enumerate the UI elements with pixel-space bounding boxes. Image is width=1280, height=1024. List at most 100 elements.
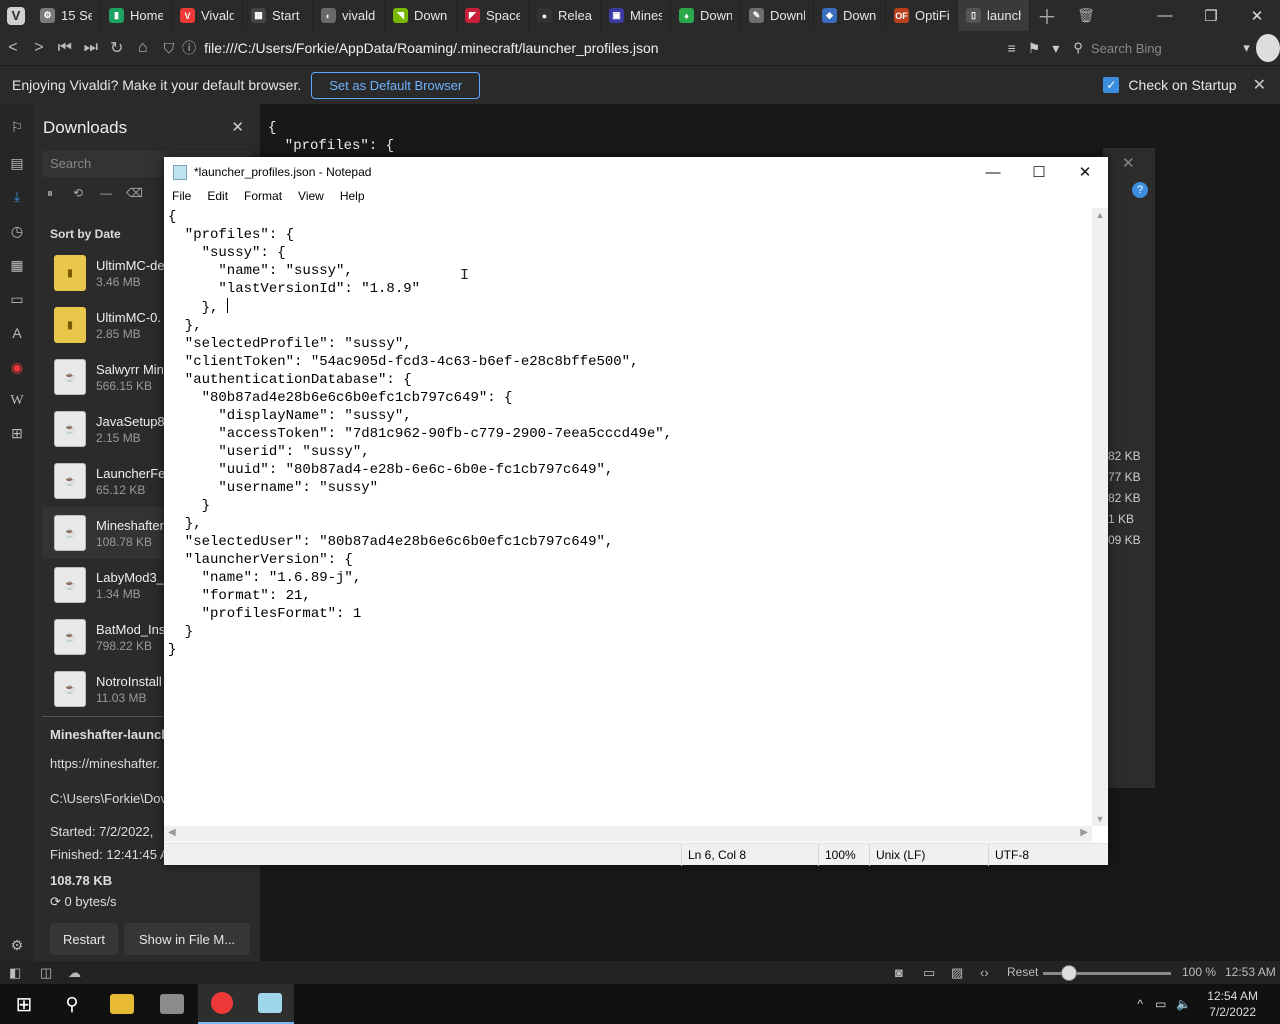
volume-muted-icon[interactable]: 🔈 (1176, 997, 1191, 1011)
scroll-down-icon[interactable]: ▼ (1092, 814, 1108, 824)
notepad-content[interactable]: { "profiles": { "sussy": { "name": "suss… (168, 208, 1088, 659)
start-button[interactable]: ⊞ (0, 984, 48, 1024)
rewind-icon[interactable]: ⏮ (52, 33, 78, 63)
retry-icon[interactable]: ⟲ (70, 186, 86, 201)
browser-tab[interactable]: ● Releas (529, 0, 601, 31)
translate-panel-icon[interactable]: A (0, 321, 34, 345)
check-on-startup-checkbox[interactable]: ✓ Check on Startup (1103, 77, 1237, 93)
windows-taskbar: ⊞ ⚲ ^ ▭ 🔈 12:54 AM 7/2/2022 (0, 984, 1280, 1024)
tile-window-icon[interactable]: ▭ (923, 965, 935, 981)
browser-tab[interactable]: ◐ vivaldi (313, 0, 385, 31)
add-web-panel-icon[interactable]: ⊞ (0, 421, 34, 445)
text-caret (226, 298, 228, 313)
file-explorer-taskbar-button[interactable] (98, 984, 146, 1024)
closed-tabs-trash-icon[interactable]: 🗑 (1064, 0, 1108, 31)
vertical-scrollbar[interactable]: ▲ ▼ (1092, 208, 1108, 826)
zoom-slider-handle[interactable] (1061, 965, 1077, 981)
menu-edit[interactable]: Edit (199, 187, 236, 207)
browser-tab[interactable]: ✎ Downl (741, 0, 814, 31)
help-icon[interactable]: ? (1132, 182, 1148, 198)
minecraft-launcher-taskbar-button[interactable] (148, 984, 196, 1024)
panel-toggle-icon[interactable]: ◧ (9, 965, 21, 981)
browser-tab[interactable]: ◤ Spaceb (457, 0, 529, 31)
scroll-up-icon[interactable]: ▲ (1092, 210, 1108, 220)
bookmark-icon[interactable]: ⚑ (1028, 40, 1041, 57)
notepad-minimize-icon[interactable]: — (970, 157, 1016, 187)
shield-icon[interactable]: ⛉ (164, 40, 175, 57)
taskbar-search-button[interactable]: ⚲ (48, 984, 96, 1024)
background-dialog-close-icon[interactable]: ✕ (1122, 154, 1135, 172)
notepad-taskbar-button[interactable] (246, 984, 294, 1024)
info-icon[interactable]: ⓘ (182, 38, 196, 58)
notepad-title-bar[interactable]: *launcher_profiles.json - Notepad — ☐ ✕ (164, 157, 1108, 187)
scroll-left-icon[interactable]: ◀ (168, 827, 176, 838)
java-file-icon: ☕ (54, 411, 86, 447)
vivaldi-web-panel-icon[interactable]: ◉ (0, 355, 34, 379)
search-engine-dropdown-icon[interactable]: ▾ (1243, 40, 1250, 56)
scroll-right-icon[interactable]: ▶ (1080, 827, 1088, 838)
chevron-down-icon[interactable]: ▾ (1052, 40, 1059, 57)
notes-panel-icon[interactable]: ▦ (0, 253, 34, 277)
wikipedia-web-panel-icon[interactable]: W (0, 389, 34, 413)
reader-view-icon[interactable]: ≡ (1008, 40, 1016, 57)
browser-tab[interactable]: ◆ Downl (814, 0, 886, 31)
panel-close-icon[interactable]: ✕ (231, 118, 244, 136)
window-panel-icon[interactable]: ▭ (0, 287, 34, 311)
bookmarks-panel-icon[interactable]: ⚐ (0, 115, 34, 139)
browser-tab[interactable]: ⚙ 15 Sec (32, 0, 101, 31)
close-icon[interactable]: ✕ (1234, 0, 1280, 31)
vivaldi-taskbar-button[interactable] (198, 984, 246, 1024)
downloads-panel-icon[interactable]: ⤓ (0, 184, 34, 208)
network-icon[interactable]: ▭ (1155, 997, 1166, 1011)
back-icon[interactable]: < (0, 33, 26, 63)
browser-tab[interactable]: OF OptiFir (886, 0, 958, 31)
pause-icon[interactable]: ⏸ (42, 186, 58, 201)
browser-tab[interactable]: ▮ Home (101, 0, 172, 31)
menu-help[interactable]: Help (332, 187, 373, 207)
restore-icon[interactable]: ❐ (1188, 0, 1234, 31)
tab-tiling-icon[interactable]: ◫ (40, 965, 52, 981)
clear-icon[interactable]: ⌫ (126, 186, 143, 201)
home-icon[interactable]: ⌂ (130, 33, 156, 63)
browser-tab[interactable]: ♦ Downl (671, 0, 741, 31)
capture-camera-icon[interactable]: ◙ (895, 965, 903, 980)
reload-icon[interactable]: ↻ (104, 33, 130, 63)
menu-file[interactable]: File (164, 187, 199, 207)
show-hidden-icons-chevron-up-icon[interactable]: ^ (1137, 997, 1143, 1011)
horizontal-scrollbar[interactable]: ◀ ▶ (164, 826, 1092, 842)
remove-icon[interactable]: — (98, 186, 114, 201)
detail-size: 108.78 KB (50, 873, 113, 888)
url-field[interactable]: ⛉ ⓘ file:///C:/Users/Forkie/AppData/Roam… (156, 34, 996, 62)
fast-forward-icon[interactable]: ⏭ (78, 33, 104, 63)
search-field[interactable]: ⚲ Search Bing ▾ (1073, 34, 1249, 62)
restart-button[interactable]: Restart (50, 923, 118, 955)
browser-tab[interactable]: ▦ Start P (243, 0, 313, 31)
profile-avatar[interactable] (1255, 34, 1280, 62)
image-toggle-icon[interactable]: ▨ (951, 965, 963, 981)
forward-icon[interactable]: > (26, 33, 52, 63)
show-in-file-manager-button[interactable]: Show in File M... (124, 923, 250, 955)
browser-tab[interactable]: V Vivaldi (172, 0, 243, 31)
taskbar-clock[interactable]: 12:54 AM 7/2/2022 (1207, 988, 1258, 1020)
browser-tab[interactable]: ▣ Mines (601, 0, 671, 31)
notepad-maximize-icon[interactable]: ☐ (1016, 157, 1062, 187)
notepad-text-area[interactable]: { "profiles": { "sussy": { "name": "suss… (168, 208, 1088, 820)
sync-cloud-icon[interactable]: ☁ (68, 965, 81, 981)
vivaldi-menu-button[interactable]: V (0, 0, 32, 31)
minimize-icon[interactable]: — (1142, 0, 1188, 31)
history-panel-icon[interactable]: ◷ (0, 219, 34, 243)
vivaldi-logo-icon: V (7, 6, 25, 25)
menu-format[interactable]: Format (236, 187, 290, 207)
set-default-browser-button[interactable]: Set as Default Browser (311, 71, 481, 99)
notification-close-icon[interactable]: ✕ (1253, 75, 1266, 95)
notepad-close-icon[interactable]: ✕ (1062, 157, 1108, 187)
browser-tab[interactable]: ◥ Downl (385, 0, 457, 31)
settings-gear-icon[interactable]: ⚙ (0, 933, 34, 957)
new-tab-button[interactable]: ＋ (1030, 0, 1064, 31)
browser-tab[interactable]: ▯ launch (958, 0, 1030, 31)
menu-view[interactable]: View (290, 187, 332, 207)
zoom-reset-button[interactable]: Reset (1007, 965, 1038, 979)
sort-by-date-label[interactable]: Sort by Date (50, 227, 121, 241)
page-actions-icon[interactable]: ‹› (980, 965, 989, 980)
reading-list-icon[interactable]: ▤ (0, 151, 34, 175)
